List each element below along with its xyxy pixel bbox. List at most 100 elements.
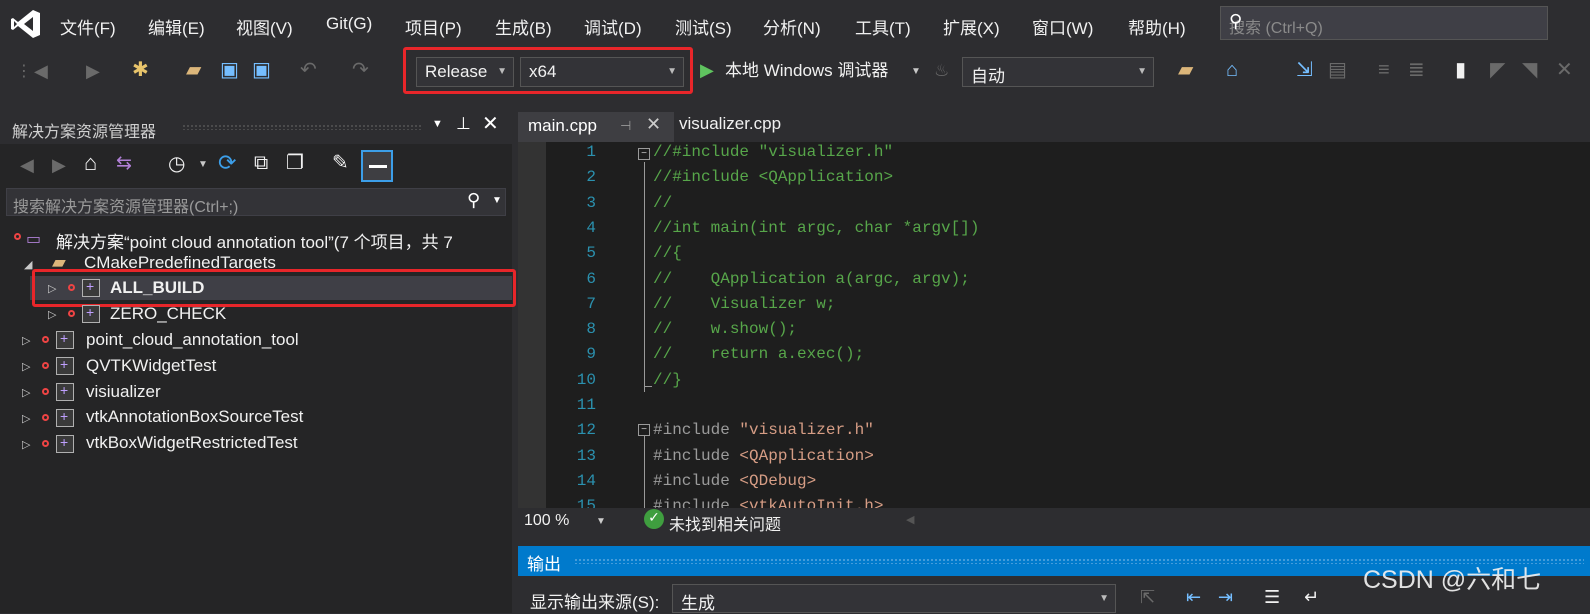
chevron-down-icon[interactable]: ▼ bbox=[911, 67, 921, 77]
bookmark-icon[interactable]: ▮ bbox=[1455, 60, 1466, 80]
save-all-icon[interactable]: ▣ bbox=[252, 60, 271, 80]
chevron-down-icon[interactable]: ▼ bbox=[432, 118, 443, 130]
fold-toggle-icon[interactable]: − bbox=[638, 424, 650, 436]
word-wrap-icon[interactable]: ↵ bbox=[1304, 588, 1319, 606]
fold-line bbox=[644, 162, 645, 392]
project-icon bbox=[82, 304, 100, 323]
back-icon[interactable]: ◀ bbox=[34, 62, 48, 80]
find-folder-icon[interactable]: ▰ bbox=[1178, 60, 1193, 80]
search-icon[interactable]: ⚲ bbox=[467, 190, 480, 211]
chevron-down-icon[interactable]: ▼ bbox=[492, 195, 502, 206]
clear-bookmark-icon[interactable]: ✕ bbox=[1556, 60, 1573, 80]
menu-git[interactable]: Git(G) bbox=[326, 14, 372, 34]
search-icon[interactable]: ⚲ bbox=[1229, 11, 1535, 32]
forward-icon[interactable]: ▶ bbox=[86, 62, 100, 80]
output-source-dropdown[interactable]: 生成 ▼ bbox=[672, 584, 1116, 613]
collapsed-icon[interactable]: ▷ bbox=[22, 386, 30, 399]
close-icon[interactable]: ✕ bbox=[482, 111, 499, 136]
code-text: #include bbox=[653, 446, 740, 465]
sync-icon[interactable]: ⟳ bbox=[218, 152, 236, 174]
error-dot-icon bbox=[42, 440, 49, 447]
line-number: 2 bbox=[586, 168, 596, 187]
solution-root[interactable]: 解决方案“point cloud annotation tool”(7 个项目，… bbox=[56, 228, 453, 253]
menu-window[interactable]: 窗口(W) bbox=[1032, 14, 1093, 39]
comment-icon[interactable]: ≡ bbox=[1378, 60, 1390, 80]
project-visiualizer[interactable]: visiualizer bbox=[86, 382, 161, 402]
fold-line bbox=[644, 436, 645, 508]
menu-edit[interactable]: 编辑(E) bbox=[148, 14, 205, 39]
open-folder-icon[interactable]: ▰ bbox=[186, 60, 201, 80]
menu-help[interactable]: 帮助(H) bbox=[1128, 14, 1186, 39]
save-icon[interactable]: ▣ bbox=[220, 60, 239, 80]
step-icon[interactable]: ⇲ bbox=[1296, 60, 1313, 80]
line-number: 8 bbox=[586, 320, 596, 339]
code-text: //int main(int argc, char *argv[]) bbox=[653, 218, 980, 237]
search-box[interactable]: 搜索 (Ctrl+Q) ⚲ bbox=[1220, 6, 1548, 40]
next-message-icon[interactable]: ⇥ bbox=[1218, 588, 1233, 606]
uncomment-icon[interactable]: ≣ bbox=[1408, 60, 1425, 80]
code-text: // return a.exec(); bbox=[653, 345, 865, 364]
menu-extensions[interactable]: 扩展(X) bbox=[943, 14, 1000, 39]
menu-tools[interactable]: 工具(T) bbox=[855, 14, 911, 39]
browser-icon[interactable]: ⌂ bbox=[1226, 60, 1238, 80]
auto-dropdown[interactable]: 自动 ▼ bbox=[962, 57, 1154, 87]
chevron-down-icon[interactable]: ▼ bbox=[596, 516, 606, 527]
switch-views-icon[interactable]: ⇆ bbox=[116, 154, 132, 173]
chevron-down-icon[interactable]: ▼ bbox=[198, 160, 208, 170]
new-item-icon[interactable]: ✱ bbox=[132, 60, 149, 80]
tab-main-cpp[interactable]: main.cpp ⊣ ✕ bbox=[518, 112, 674, 142]
preview-toggle-icon[interactable] bbox=[361, 150, 393, 182]
project-zero-check[interactable]: ZERO_CHECK bbox=[110, 304, 226, 324]
highlight-box bbox=[32, 269, 516, 307]
menu-debug[interactable]: 调试(D) bbox=[584, 14, 642, 39]
home-icon[interactable]: ⌂ bbox=[84, 152, 97, 174]
collapsed-icon[interactable]: ▷ bbox=[22, 438, 30, 451]
expanded-icon[interactable]: ◢ bbox=[24, 258, 32, 271]
back-icon[interactable]: ◀ bbox=[20, 156, 34, 174]
clear-all-icon[interactable]: ☰ bbox=[1264, 588, 1280, 606]
next-bookmark-icon[interactable]: ◥ bbox=[1522, 60, 1537, 80]
debugger-label[interactable]: 本地 Windows 调试器 bbox=[725, 62, 888, 79]
menu-view[interactable]: 视图(V) bbox=[236, 14, 293, 39]
redo-icon[interactable]: ↷ bbox=[352, 60, 369, 80]
find-message-icon[interactable]: ⇱ bbox=[1140, 588, 1155, 606]
zoom-level[interactable]: 100 % bbox=[524, 512, 569, 530]
menu-analyze[interactable]: 分析(N) bbox=[763, 14, 821, 39]
pending-changes-icon[interactable]: ◷ bbox=[168, 154, 185, 174]
prev-message-icon[interactable]: ⇤ bbox=[1186, 588, 1201, 606]
collapsed-icon[interactable]: ▷ bbox=[22, 412, 30, 425]
collapse-all-icon[interactable]: ⧉ bbox=[254, 153, 268, 173]
code-text: //#include "visualizer.h" bbox=[653, 143, 894, 161]
fold-toggle-icon[interactable]: − bbox=[638, 148, 650, 160]
pin-icon[interactable]: ⊥ bbox=[456, 114, 471, 134]
scroll-left-icon[interactable]: ◀ bbox=[906, 513, 914, 526]
project-point-cloud-tool[interactable]: point_cloud_annotation_tool bbox=[86, 330, 299, 350]
hot-reload-icon[interactable]: ♨ bbox=[934, 62, 949, 79]
project-vtk-annotation-box[interactable]: vtkAnnotationBoxSourceTest bbox=[86, 407, 303, 427]
watermark: CSDN @六和七 bbox=[1363, 566, 1542, 594]
close-icon[interactable]: ✕ bbox=[646, 114, 661, 135]
menu-build[interactable]: 生成(B) bbox=[495, 14, 552, 39]
menu-project[interactable]: 项目(P) bbox=[405, 14, 462, 39]
code-line: // QApplication a(argc, argv); bbox=[653, 270, 970, 288]
layout-icon[interactable]: ▤ bbox=[1328, 60, 1347, 80]
forward-icon[interactable]: ▶ bbox=[52, 156, 66, 174]
prev-bookmark-icon[interactable]: ◤ bbox=[1490, 60, 1505, 80]
project-qvtk-widget-test[interactable]: QVTKWidgetTest bbox=[86, 356, 216, 376]
collapsed-icon[interactable]: ▷ bbox=[48, 308, 56, 321]
collapsed-icon[interactable]: ▷ bbox=[22, 360, 30, 373]
solution-search-input[interactable]: 搜索解决方案资源管理器(Ctrl+;) ⚲ ▼ bbox=[6, 188, 506, 216]
code-line: #include "visualizer.h" bbox=[653, 421, 874, 439]
show-all-files-icon[interactable]: ❐ bbox=[286, 153, 304, 173]
properties-icon[interactable]: ✎ bbox=[332, 153, 349, 173]
tab-visualizer-cpp[interactable]: visualizer.cpp bbox=[679, 114, 781, 134]
start-debug-icon[interactable]: ▶ bbox=[700, 61, 714, 79]
project-vtk-box-widget[interactable]: vtkBoxWidgetRestrictedTest bbox=[86, 433, 298, 453]
issues-text[interactable]: 未找到相关问题 bbox=[669, 511, 781, 535]
line-number: 6 bbox=[586, 269, 596, 288]
pin-icon[interactable]: ⊣ bbox=[620, 118, 631, 134]
menu-file[interactable]: 文件(F) bbox=[60, 14, 116, 39]
undo-icon[interactable]: ↶ bbox=[300, 60, 317, 80]
collapsed-icon[interactable]: ▷ bbox=[22, 334, 30, 347]
menu-test[interactable]: 测试(S) bbox=[675, 14, 732, 39]
